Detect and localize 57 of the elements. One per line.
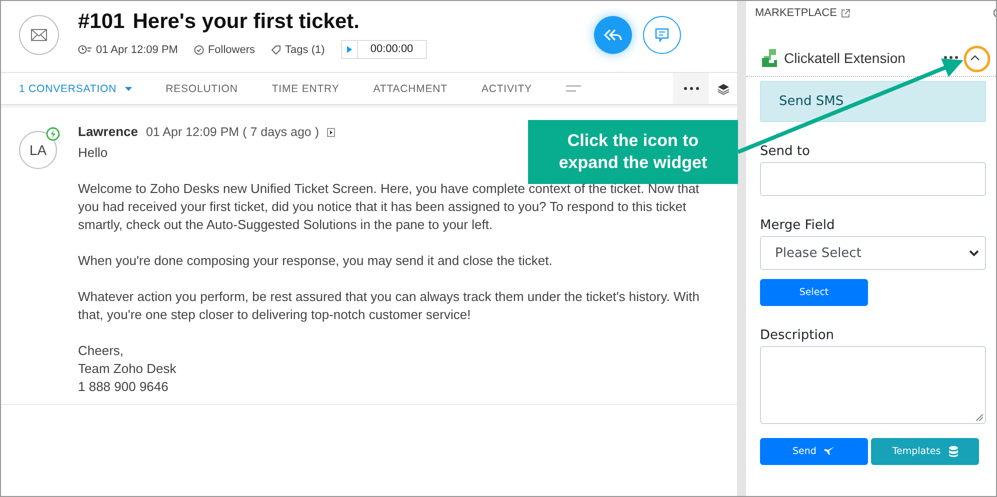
created-time: 01 Apr 12:09 PM [96, 44, 178, 56]
plane-icon [824, 446, 836, 457]
ticket-number: #101 [78, 10, 125, 33]
caret-icon [124, 86, 132, 90]
expand-arrow-icon[interactable] [327, 128, 336, 136]
comment-button[interactable] [643, 16, 681, 54]
message-paragraph: Whatever action you perform, be rest assured that you can always track them under the ticket's history. With that, you're one step closer to delivering top-notch customer service! [78, 288, 700, 324]
section-header: Send SMS [760, 81, 986, 122]
field-label: Send to [760, 144, 811, 159]
ticket-title: Here's your first ticket. [132, 10, 360, 33]
lightning-badge-icon [46, 127, 60, 141]
select-button[interactable]: Select [760, 279, 868, 306]
chevron-down-icon [969, 250, 979, 256]
marketplace-heading: MARKETPLACE [755, 7, 837, 19]
more-icon [944, 56, 958, 59]
widget-title: Clickatell Extension [784, 50, 906, 66]
tags-link[interactable]: Tags (1) [285, 44, 325, 56]
signature-line: Team Zoho Desk [78, 360, 178, 378]
check-circle-icon [194, 44, 204, 54]
signature-line: Cheers, [78, 342, 125, 360]
tab[interactable]: TIME ENTRY [272, 73, 340, 104]
followers-link[interactable]: Followers [208, 44, 256, 56]
field-label: Merge Field [760, 218, 836, 233]
comment-icon [655, 28, 669, 42]
message-paragraph: When you're done composing your response, you may send it and close the ticket. [78, 252, 554, 270]
reply-all-button[interactable] [594, 16, 632, 54]
highlight-ring [964, 46, 990, 72]
tab[interactable]: ACTIVITY [481, 73, 532, 104]
field-label: Description [760, 328, 836, 343]
more-button[interactable] [944, 56, 958, 59]
signature-line: 1 888 900 9646 [78, 378, 170, 396]
send-button[interactable]: Send [760, 438, 868, 465]
author-initials: LA [29, 142, 47, 158]
input-field[interactable] [760, 162, 986, 196]
tab[interactable]: ATTACHMENT [373, 73, 448, 104]
description-field[interactable] [760, 346, 986, 424]
more-icon [684, 87, 699, 90]
filter-lines-icon[interactable] [566, 85, 581, 92]
clock-icon [78, 45, 92, 54]
timer-value: 00:00:00 [369, 42, 414, 57]
resize-grip-icon [976, 414, 983, 421]
chevron-icon [970, 54, 980, 60]
tab[interactable]: RESOLUTION [166, 73, 238, 104]
message-time: 01 Apr 12:09 PM ( 7 days ago ) [146, 124, 320, 141]
database-icon [948, 446, 958, 457]
select-field[interactable]: Please Select [760, 236, 986, 270]
templates-button[interactable]: Templates [871, 438, 979, 465]
layers-icon[interactable] [716, 82, 730, 94]
tab[interactable]: 1 CONVERSATION [19, 73, 132, 104]
external-link-icon[interactable] [840, 8, 850, 18]
author-name: Lawrence [78, 123, 138, 141]
callout-note: Click the icon to expand the widget [528, 120, 738, 184]
reply-all-icon [604, 29, 622, 41]
tag-icon [271, 44, 282, 54]
extension-logo-icon [760, 48, 778, 68]
envelope-icon [31, 29, 47, 41]
play-icon [346, 46, 352, 53]
